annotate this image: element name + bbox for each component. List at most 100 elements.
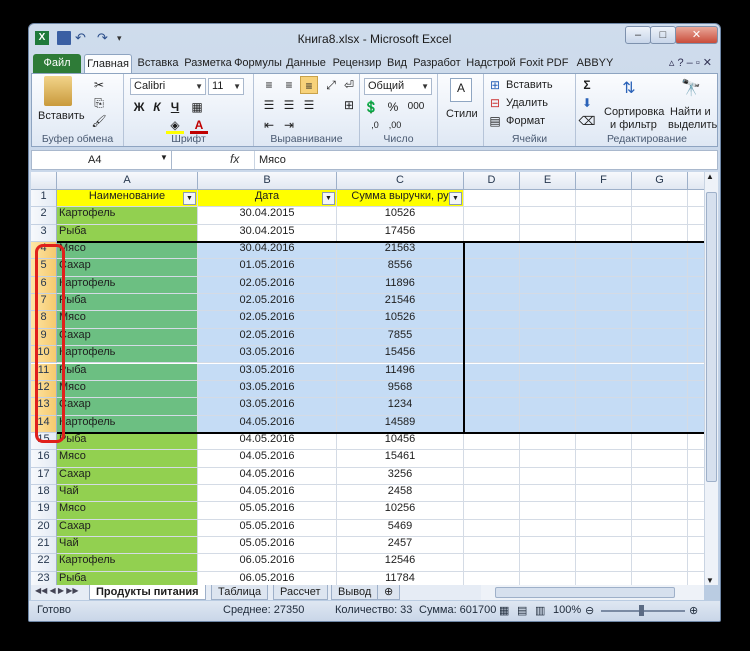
cell-name[interactable]: Сахар [57, 328, 198, 347]
cell-date[interactable]: 05.05.2016 [198, 502, 337, 520]
empty-cell[interactable] [632, 311, 688, 329]
empty-cell[interactable] [464, 380, 520, 399]
empty-cell[interactable] [464, 276, 520, 295]
cell-name[interactable]: Картофель [57, 207, 198, 225]
cell-sum[interactable]: 10456 [337, 432, 464, 451]
empty-cell[interactable] [688, 311, 704, 329]
formula-input[interactable]: Мясо [254, 151, 286, 169]
empty-cell[interactable] [464, 294, 520, 312]
empty-cell[interactable] [632, 363, 688, 381]
empty-cell[interactable] [632, 484, 688, 503]
empty-cell[interactable] [520, 190, 576, 208]
empty-cell[interactable] [576, 294, 632, 312]
empty-cell[interactable] [520, 311, 576, 329]
cell-date[interactable]: 02.05.2016 [198, 294, 337, 312]
empty-cell[interactable] [576, 276, 632, 295]
cell-name[interactable]: Сахар [57, 398, 198, 416]
empty-cell[interactable] [632, 328, 688, 347]
sheet-tab-output[interactable]: Вывод [331, 585, 379, 600]
cell-name[interactable]: Картофель [57, 554, 198, 572]
currency-icon[interactable]: 💲 [362, 98, 380, 116]
empty-cell[interactable] [632, 276, 688, 295]
decrease-decimal-icon[interactable]: ,00 [386, 116, 404, 134]
cell-sum[interactable]: 5469 [337, 519, 464, 537]
empty-cell[interactable] [520, 537, 576, 555]
insert-cells-icon[interactable]: ⊞ [486, 76, 504, 94]
cell-sum[interactable]: 10526 [337, 311, 464, 329]
empty-cell[interactable] [632, 554, 688, 572]
close-button[interactable]: ✕ [675, 26, 718, 44]
cell-name[interactable]: Картофель [57, 276, 198, 295]
empty-cell[interactable] [576, 224, 632, 243]
empty-cell[interactable] [688, 190, 704, 208]
empty-cell[interactable] [576, 207, 632, 225]
cell-date[interactable]: 06.05.2016 [198, 554, 337, 572]
zoom-in-icon[interactable]: ⊕ [689, 604, 698, 617]
empty-cell[interactable] [520, 276, 576, 295]
maximize-button[interactable]: □ [650, 26, 676, 44]
sheet-tab-table[interactable]: Таблица [211, 585, 269, 600]
empty-cell[interactable] [520, 363, 576, 381]
cell-name[interactable]: Рыба [57, 224, 198, 243]
filter-dropdown-icon[interactable]: ▼ [183, 192, 196, 205]
zoom-slider-thumb[interactable] [639, 605, 644, 616]
select-all-corner[interactable] [31, 172, 57, 190]
cut-icon[interactable]: ✂ [90, 76, 108, 94]
cell-sum[interactable]: 11896 [337, 276, 464, 295]
empty-cell[interactable] [632, 380, 688, 399]
format-painter-icon[interactable]: 🖌 [90, 112, 108, 130]
worksheet-grid[interactable]: A B C D E F G 1 Наименование Дата Сумма выр… [31, 172, 704, 585]
name-box[interactable]: A4 [32, 151, 172, 169]
empty-cell[interactable] [632, 242, 688, 260]
empty-cell[interactable] [520, 259, 576, 277]
cell-name[interactable]: Рыба [57, 363, 198, 381]
number-format-combo[interactable]: Общий ▼ [364, 78, 432, 95]
cell-name[interactable]: Рыба [57, 294, 198, 312]
cell-name[interactable]: Мясо [57, 311, 198, 329]
row-header[interactable]: 20 [31, 519, 57, 537]
empty-cell[interactable] [632, 415, 688, 433]
delete-cells-button[interactable]: Удалить [506, 97, 548, 109]
cell-sum[interactable]: 14589 [337, 415, 464, 433]
empty-cell[interactable] [688, 554, 704, 572]
normal-view-icon[interactable]: ▦ [499, 604, 509, 617]
empty-cell[interactable] [464, 537, 520, 555]
tab-view[interactable]: Вид [383, 54, 411, 73]
tab-formulas[interactable]: Формулы [233, 54, 283, 73]
styles-icon[interactable]: A [450, 78, 472, 102]
sort-filter-icon[interactable]: ⇅ [618, 76, 640, 102]
cell-date[interactable]: 04.05.2016 [198, 484, 337, 503]
font-name-combo[interactable]: Calibri ▼ [130, 78, 206, 95]
cell-sum[interactable]: 10256 [337, 502, 464, 520]
cell-name[interactable]: Рыба [57, 432, 198, 451]
empty-cell[interactable] [464, 398, 520, 416]
cell-name[interactable]: Мясо [57, 502, 198, 520]
empty-cell[interactable] [688, 242, 704, 260]
chevron-down-icon[interactable]: ▼ [160, 153, 168, 162]
sheet-tab-calc[interactable]: Рассчет [273, 585, 328, 600]
empty-cell[interactable] [688, 276, 704, 295]
empty-cell[interactable] [520, 224, 576, 243]
empty-cell[interactable] [688, 398, 704, 416]
tab-addins[interactable]: Надстрой [465, 54, 517, 73]
empty-cell[interactable] [520, 415, 576, 433]
empty-cell[interactable] [576, 519, 632, 537]
tab-file[interactable]: Файл [33, 54, 81, 73]
column-header-e[interactable]: E [520, 172, 576, 190]
tab-page-layout[interactable]: Разметка [183, 54, 233, 73]
column-header-d[interactable]: D [464, 172, 520, 190]
increase-decimal-icon[interactable]: ,0 [366, 116, 384, 134]
column-header-g[interactable]: G [632, 172, 688, 190]
empty-cell[interactable] [632, 519, 688, 537]
cell-sum[interactable]: 2457 [337, 537, 464, 555]
empty-cell[interactable] [688, 502, 704, 520]
empty-cell[interactable] [520, 242, 576, 260]
empty-cell[interactable] [464, 484, 520, 503]
row-header[interactable]: 21 [31, 537, 57, 555]
cell-name[interactable]: Мясо [57, 450, 198, 468]
row-header[interactable]: 16 [31, 450, 57, 468]
empty-cell[interactable] [464, 311, 520, 329]
cell-date[interactable]: 06.05.2016 [198, 571, 337, 585]
empty-cell[interactable] [688, 380, 704, 399]
thousands-button[interactable]: 000 [404, 98, 428, 116]
